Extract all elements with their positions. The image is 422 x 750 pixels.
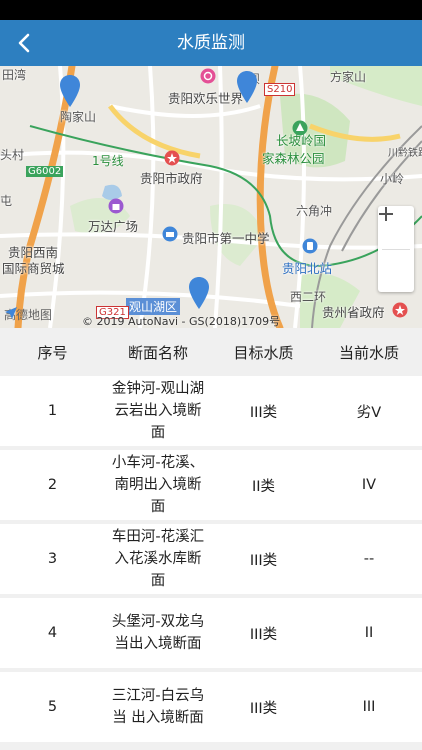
shopping-poi-icon — [108, 198, 124, 214]
row-current-quality: II — [364, 625, 374, 641]
table-row[interactable]: 3 车田河-花溪汇入花溪水库断面 III类 -- — [0, 524, 422, 594]
row-target-quality: III类 — [249, 404, 278, 421]
map-label: 1号线 — [92, 154, 124, 168]
map-label: 田湾 — [2, 68, 27, 82]
map-label: 西二环 — [290, 290, 327, 304]
train-station-poi-icon — [302, 238, 318, 254]
location-marker-icon[interactable] — [188, 276, 210, 310]
row-target-quality: III类 — [249, 552, 278, 569]
row-name: 小车河-花溪、南明出入境断面 — [111, 455, 205, 515]
map-label: 陶家山 — [60, 110, 97, 124]
location-marker-icon[interactable] — [59, 74, 81, 108]
table-row[interactable]: 4 头堡河-双龙乌当出入境断面 III类 II — [0, 598, 422, 668]
school-poi-icon — [162, 226, 178, 242]
table-row[interactable]: 2 小车河-花溪、南明出入境断面 II类 IV — [0, 450, 422, 520]
map-label: 贵州省政府 — [322, 305, 385, 320]
government-poi-icon — [392, 302, 408, 318]
row-current-quality: III — [362, 699, 376, 715]
row-target-quality: III类 — [249, 626, 278, 643]
map-label: 小岭 — [380, 172, 405, 186]
road-shield: S210 — [264, 83, 296, 96]
location-marker-icon[interactable] — [236, 70, 258, 104]
map-label: 贵阳市第一中学 — [182, 231, 270, 246]
row-index: 3 — [47, 551, 58, 567]
park-poi-icon — [292, 120, 308, 136]
map-label: 六角冲 — [296, 204, 333, 218]
map-label: 方家山 — [330, 70, 367, 84]
map-label: 贵阳欢乐世界 — [168, 91, 244, 106]
row-current-quality: 劣V — [356, 404, 382, 421]
row-name: 车田河-花溪汇入花溪水库断面 — [111, 529, 205, 589]
station-list: 1 金钟河-观山湖云岩出入境断面 III类 劣V 2 小车河-花溪、南明出入境断… — [0, 376, 422, 746]
row-index: 1 — [47, 403, 58, 419]
row-target-quality: III类 — [249, 700, 278, 717]
column-header-name: 断面名称 — [127, 343, 188, 362]
locate-arrow-icon — [5, 307, 17, 319]
column-header-target: 目标水质 — [233, 343, 294, 362]
row-current-quality: -- — [363, 551, 375, 567]
row-index: 2 — [47, 477, 58, 493]
row-target-quality: II类 — [251, 478, 276, 495]
row-name: 头堡河-双龙乌当出入境断面 — [111, 614, 205, 652]
row-index: 4 — [47, 625, 58, 641]
zoom-out-button[interactable] — [378, 213, 414, 293]
map-label: 贵阳北站 — [282, 261, 333, 276]
table-header: 序号 断面名称 目标水质 当前水质 — [0, 328, 422, 376]
row-name: 金钟河-观山湖云岩出入境断面 — [111, 381, 205, 441]
map-label: 川黔铁路 — [388, 148, 422, 159]
government-poi-icon — [164, 150, 180, 166]
zoom-control — [378, 206, 414, 292]
map-logo: 高德地图 — [4, 306, 52, 323]
map-copyright: © 2019 AutoNavi - GS(2018)1709号 — [82, 315, 281, 328]
table-row[interactable]: 5 三江河-白云乌当 出入境断面 III类 III — [0, 672, 422, 742]
map-label: 国际商贸城 — [2, 261, 65, 276]
row-name: 三江河-白云乌当 出入境断面 — [111, 688, 205, 726]
map-view[interactable]: 贵阳欢乐世界 长坡岭国 家森林公园 贵阳市政府 万达广场 贵阳市第一中学 贵阳西… — [0, 66, 422, 328]
amusement-poi-icon — [200, 68, 216, 84]
page-title: 水质监测 — [177, 33, 245, 53]
map-label: 屯 — [0, 194, 13, 208]
column-header-current: 当前水质 — [338, 343, 399, 362]
table-row[interactable]: 1 金钟河-观山湖云岩出入境断面 III类 劣V — [0, 376, 422, 446]
map-label: 头村 — [0, 148, 25, 162]
column-header-index: 序号 — [37, 343, 68, 362]
status-bar — [0, 0, 422, 20]
map-label: 家森林公园 — [262, 151, 325, 166]
row-index: 5 — [47, 699, 58, 715]
map-label: 贵阳市政府 — [140, 171, 203, 186]
minus-icon — [379, 213, 393, 215]
road-shield: G6002 — [26, 166, 64, 177]
nav-bar: 水质监测 — [0, 20, 422, 66]
row-current-quality: IV — [361, 477, 377, 493]
map-label: 万达广场 — [88, 219, 139, 234]
